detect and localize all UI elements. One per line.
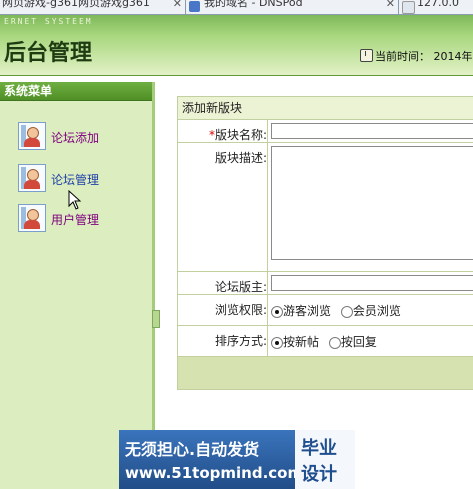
form-footer — [178, 357, 473, 389]
moderator-row: 论坛版主: — [178, 272, 473, 295]
clock-icon — [360, 49, 373, 62]
sidebar-item-forum-management[interactable]: 论坛管理 — [18, 164, 148, 194]
sidebar-title: 系统菜单 — [0, 82, 152, 101]
option-label: 会员浏览 — [352, 304, 401, 318]
current-time-label: 当前时间： 2014年 — [375, 50, 473, 63]
board-desc-label: 版块描述: — [178, 143, 268, 271]
app-header: ERNET SYSTEEM 后台管理 当前时间： 2014年 — [0, 15, 473, 76]
watermark-right2: 设计 — [301, 464, 337, 485]
option-label: 按回复 — [340, 335, 377, 349]
permission-guest-option[interactable]: 游客浏览 — [271, 302, 331, 319]
current-time: 当前时间： 2014年 — [360, 48, 473, 64]
sort-reply-option[interactable]: 按回复 — [328, 333, 377, 350]
user-card-icon — [18, 122, 46, 150]
radio-unchecked[interactable] — [340, 306, 353, 318]
watermark-line2: www.51topmind.com — [125, 464, 304, 482]
sidebar-item-label: 论坛添加 — [51, 131, 100, 145]
sidebar-item-add-forum[interactable]: 论坛添加 — [18, 122, 148, 152]
permission-member-option[interactable]: 会员浏览 — [340, 302, 401, 319]
tab-label: 127.0.0 — [417, 0, 459, 9]
sidebar-item-label: 论坛管理 — [51, 173, 100, 187]
option-label: 按新帖 — [283, 335, 320, 349]
option-label: 游客浏览 — [283, 304, 332, 318]
main-content: 添加新版块 *版块名称: 版块描述: 论坛版主: 浏览权限: 游客浏览 会员浏览… — [160, 82, 473, 489]
user-card-icon — [18, 164, 46, 192]
moderator-input[interactable] — [271, 275, 473, 291]
favicon-icon — [189, 1, 200, 12]
sort-row: 排序方式: 按新帖 按回复 — [178, 326, 473, 357]
watermark-line1: 无须担心.自动发货 — [125, 440, 260, 459]
browser-tab-1[interactable]: 网页游戏-g361网页游戏g361 ✕ — [0, 0, 186, 14]
close-icon[interactable]: ✕ — [173, 0, 182, 10]
sidebar-item-user-management[interactable]: 用户管理 — [18, 204, 148, 234]
moderator-label: 论坛版主: — [178, 272, 268, 294]
browser-tab-2[interactable]: 我的域名 - DNSPod ✕ — [186, 0, 399, 14]
sort-newest-option[interactable]: 按新帖 — [271, 333, 319, 350]
user-card-icon — [18, 204, 46, 232]
add-board-form: 添加新版块 *版块名称: 版块描述: 论坛版主: 浏览权限: 游客浏览 会员浏览… — [177, 96, 473, 390]
watermark-left: 无须担心.自动发货 www.51topmind.com — [119, 430, 303, 489]
board-name-row: *版块名称: — [178, 120, 473, 143]
radio-checked[interactable] — [271, 337, 283, 349]
brand-subtitle: ERNET SYSTEEM — [4, 17, 93, 26]
board-name-label: *版块名称: — [178, 120, 268, 142]
form-title: 添加新版块 — [178, 97, 473, 120]
sidebar: 系统菜单 论坛添加 论坛管理 用户管理 — [0, 82, 155, 489]
board-desc-row: 版块描述: — [178, 143, 473, 272]
board-desc-textarea[interactable] — [271, 146, 473, 260]
watermark-banner: 无须担心.自动发货 www.51topmind.com 毕业 设计 — [119, 430, 355, 489]
sort-label: 排序方式: — [178, 326, 268, 356]
tab-label: 我的域名 - DNSPod — [204, 0, 303, 9]
close-icon[interactable]: ✕ — [386, 0, 395, 10]
sidebar-item-label: 用户管理 — [51, 213, 100, 227]
board-name-label-text: 版块名称: — [214, 128, 267, 142]
permission-label: 浏览权限: — [178, 295, 268, 325]
radio-checked[interactable] — [271, 306, 283, 318]
watermark-right1: 毕业 — [301, 438, 337, 459]
board-name-input[interactable] — [271, 123, 473, 139]
radio-unchecked[interactable] — [328, 337, 341, 349]
page-title: 后台管理 — [4, 41, 93, 66]
permission-row: 浏览权限: 游客浏览 会员浏览 — [178, 295, 473, 326]
browser-tab-3[interactable]: 127.0.0 — [399, 0, 473, 14]
tab-label: 网页游戏-g361网页游戏g361 — [2, 0, 150, 9]
page-icon — [402, 1, 415, 14]
browser-tab-strip: 网页游戏-g361网页游戏g361 ✕ 我的域名 - DNSPod ✕ 127.… — [0, 0, 473, 15]
watermark-right: 毕业 设计 — [295, 430, 355, 489]
sidebar-splitter-handle[interactable] — [152, 310, 160, 328]
